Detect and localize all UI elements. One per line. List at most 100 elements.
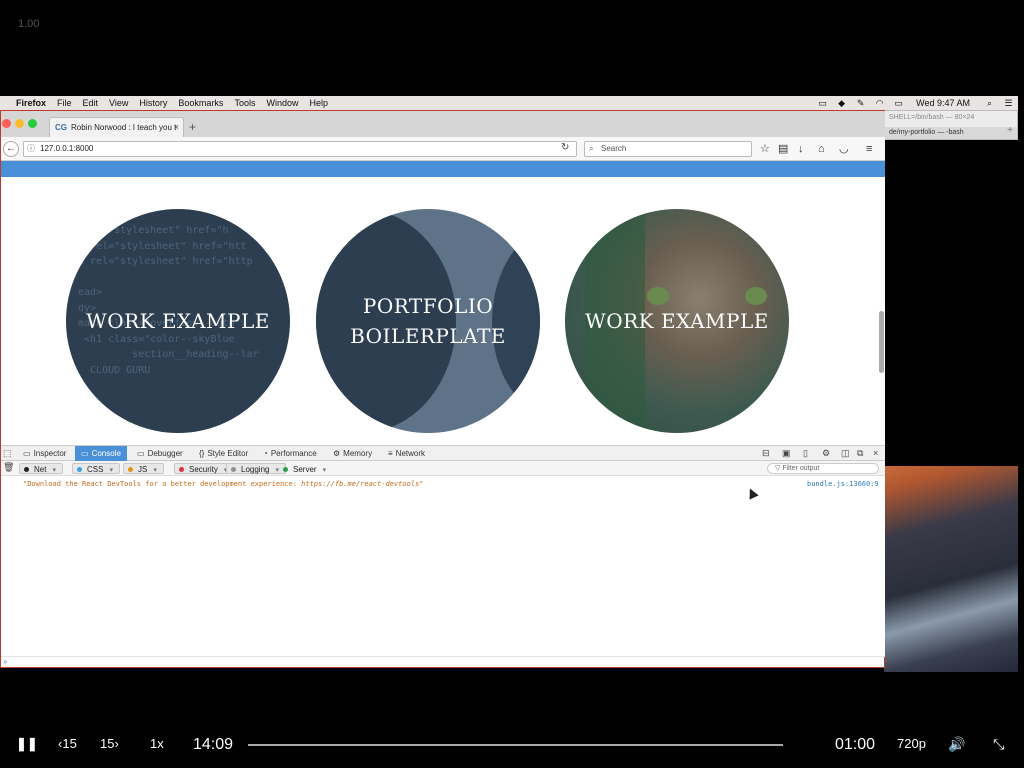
hamburger-menu-icon[interactable]: ≡ — [866, 143, 872, 155]
tab-memory[interactable]: ⚙ Memory — [327, 446, 378, 461]
spotlight-search-icon[interactable]: ⌕ — [984, 99, 995, 108]
bookmark-star-icon[interactable]: ☆ — [760, 143, 770, 155]
terminal-new-tab-icon[interactable]: + — [1007, 125, 1013, 136]
dock-side-icon[interactable]: ◫ — [841, 448, 850, 459]
split-console-icon[interactable]: ⊟ — [762, 448, 770, 459]
settings-gear-icon[interactable]: ⚙ — [822, 448, 830, 459]
desktop-wallpaper — [884, 466, 1018, 672]
performance-icon: ◔ — [263, 449, 268, 458]
menu-file[interactable]: File — [57, 98, 72, 108]
menu-view[interactable]: View — [109, 98, 128, 108]
browser-tab[interactable]: CG Robin Norwood : I teach you t × — [49, 117, 184, 137]
dropdown-caret-icon: ▾ — [322, 467, 327, 474]
tab-performance[interactable]: ◔ Performance — [257, 446, 323, 461]
menu-help[interactable]: Help — [309, 98, 328, 108]
forward-15-button[interactable]: 15› — [100, 736, 119, 751]
site-header-bar — [1, 161, 885, 177]
filter-color-dot — [77, 467, 82, 473]
close-devtools-icon[interactable]: × — [873, 448, 878, 458]
work-example-circle-1[interactable]: ="stylesheet" href="h rel="stylesheet" h… — [66, 209, 290, 433]
pen-icon[interactable]: ✎ — [855, 99, 866, 108]
filter-logging-button[interactable]: Logging ▾ — [226, 463, 286, 474]
menu-app-firefox[interactable]: Firefox — [16, 98, 46, 108]
console-input[interactable]: » — [1, 656, 885, 668]
url-bar[interactable]: ⓘ 127.0.0.1:8000 — [23, 141, 577, 157]
back-button[interactable]: ← — [3, 141, 19, 157]
reading-list-icon[interactable]: ▤ — [778, 143, 788, 155]
terminal-window[interactable]: SHELL=/bin/bash — 80×24 de/my-portfolio … — [884, 110, 1018, 140]
circle-title-2-line2: BOILERPLATE — [350, 324, 506, 348]
playback-speed-button[interactable]: 1x — [150, 736, 164, 751]
console-message: "Download the React DevTools for a bette… — [23, 480, 423, 488]
page-content: ="stylesheet" href="h rel="stylesheet" h… — [1, 177, 885, 445]
filter-output-input[interactable]: ▽ Filter output — [767, 463, 879, 474]
menu-bookmarks[interactable]: Bookmarks — [178, 98, 223, 108]
work-example-circle-3[interactable]: WORK EXAMPLE — [565, 209, 789, 433]
tab-console[interactable]: ▭ Console — [75, 446, 127, 461]
filter-net-button[interactable]: Net ▾ — [19, 463, 63, 474]
search-input[interactable]: ⌕ Search — [584, 141, 752, 157]
quality-button[interactable]: 720p — [897, 736, 926, 751]
tab-label: Console — [91, 449, 121, 458]
wifi-icon[interactable]: ◠ — [874, 99, 885, 108]
circle-title-1: WORK EXAMPLE — [86, 309, 270, 333]
overlay-label: 1.00 — [18, 18, 40, 30]
menubar-clock[interactable]: Wed 9:47 AM — [916, 98, 970, 108]
tab-title: Robin Norwood : I teach you t — [71, 123, 177, 132]
terminal-tab[interactable]: de/my-portfolio — -bash — [885, 127, 1017, 139]
console-message-text: "Download the React DevTools for a bette… — [23, 480, 302, 488]
progress-bar[interactable] — [248, 744, 783, 746]
favicon-icon: CG — [55, 123, 67, 132]
volume-icon[interactable]: 🔊 — [948, 736, 965, 753]
forward-label: 15 — [100, 736, 115, 751]
forward-icon: › — [114, 736, 119, 751]
rewind-15-button[interactable]: ‹15 — [58, 736, 77, 751]
filter-output-placeholder: Filter output — [782, 465, 820, 472]
page-scrollbar[interactable] — [879, 311, 884, 373]
portfolio-boilerplate-circle[interactable]: PORTFOLIO BOILERPLATE — [316, 209, 540, 433]
close-tab-icon[interactable]: × — [174, 122, 179, 132]
close-window-icon[interactable] — [2, 119, 11, 128]
terminal-title: SHELL=/bin/bash — 80×24 — [889, 114, 975, 121]
clear-console-icon[interactable]: 🗑 — [3, 462, 14, 473]
reload-icon[interactable]: ↻ — [561, 142, 569, 153]
airplay-icon[interactable]: ▭ — [893, 99, 904, 108]
tab-inspector[interactable]: ▭ Inspector — [17, 446, 72, 461]
menu-window[interactable]: Window — [266, 98, 298, 108]
elapsed-time: 14:09 — [193, 736, 234, 753]
dropdown-caret-icon: ▾ — [109, 467, 113, 474]
message-source-link[interactable]: bundle.js:13660:9 — [807, 480, 879, 488]
menu-tools[interactable]: Tools — [234, 98, 255, 108]
pocket-icon[interactable]: ◡ — [839, 143, 849, 155]
menu-edit[interactable]: Edit — [83, 98, 99, 108]
console-icon: ▭ — [81, 449, 89, 458]
device-icon[interactable]: ▯ — [803, 448, 808, 459]
cat-eye — [745, 287, 767, 305]
undock-icon[interactable]: ⧉ — [857, 448, 863, 459]
new-tab-icon[interactable]: + — [189, 120, 196, 134]
minimize-window-icon[interactable] — [15, 119, 24, 128]
tab-label: Network — [395, 449, 426, 458]
home-icon[interactable]: ⌂ — [818, 143, 825, 155]
tab-debugger[interactable]: ▭ Debugger — [131, 446, 189, 461]
filter-js-button[interactable]: JS ▾ — [123, 463, 164, 474]
menu-history[interactable]: History — [139, 98, 167, 108]
maximize-window-icon[interactable] — [28, 119, 37, 128]
tab-label: Inspector — [33, 449, 67, 458]
macos-menubar: Firefox File Edit View History Bookmarks… — [0, 96, 1018, 110]
pause-icon[interactable]: ❚❚ — [16, 736, 38, 752]
camera-icon[interactable]: ▭ — [817, 99, 828, 108]
download-icon[interactable]: ↓ — [798, 143, 804, 155]
responsive-design-icon[interactable]: ▣ — [782, 448, 791, 459]
tab-network[interactable]: ≡ Network — [382, 446, 431, 461]
exit-fullscreen-icon[interactable]: ⤡ — [993, 736, 1004, 753]
filter-label: Server — [293, 465, 317, 474]
tab-style-editor[interactable]: {} Style Editor — [193, 446, 254, 461]
filter-css-button[interactable]: CSS ▾ — [72, 463, 120, 474]
site-info-icon[interactable]: ⓘ — [27, 142, 35, 156]
react-devtools-link[interactable]: https://fb.me/react-devtools — [301, 480, 419, 488]
filter-server-button[interactable]: Server ▾ — [278, 463, 333, 474]
pick-element-icon[interactable]: ⬚ — [3, 448, 12, 459]
dropbox-icon[interactable]: ◆ — [836, 99, 847, 108]
notification-center-icon[interactable]: ☰ — [1003, 99, 1014, 108]
